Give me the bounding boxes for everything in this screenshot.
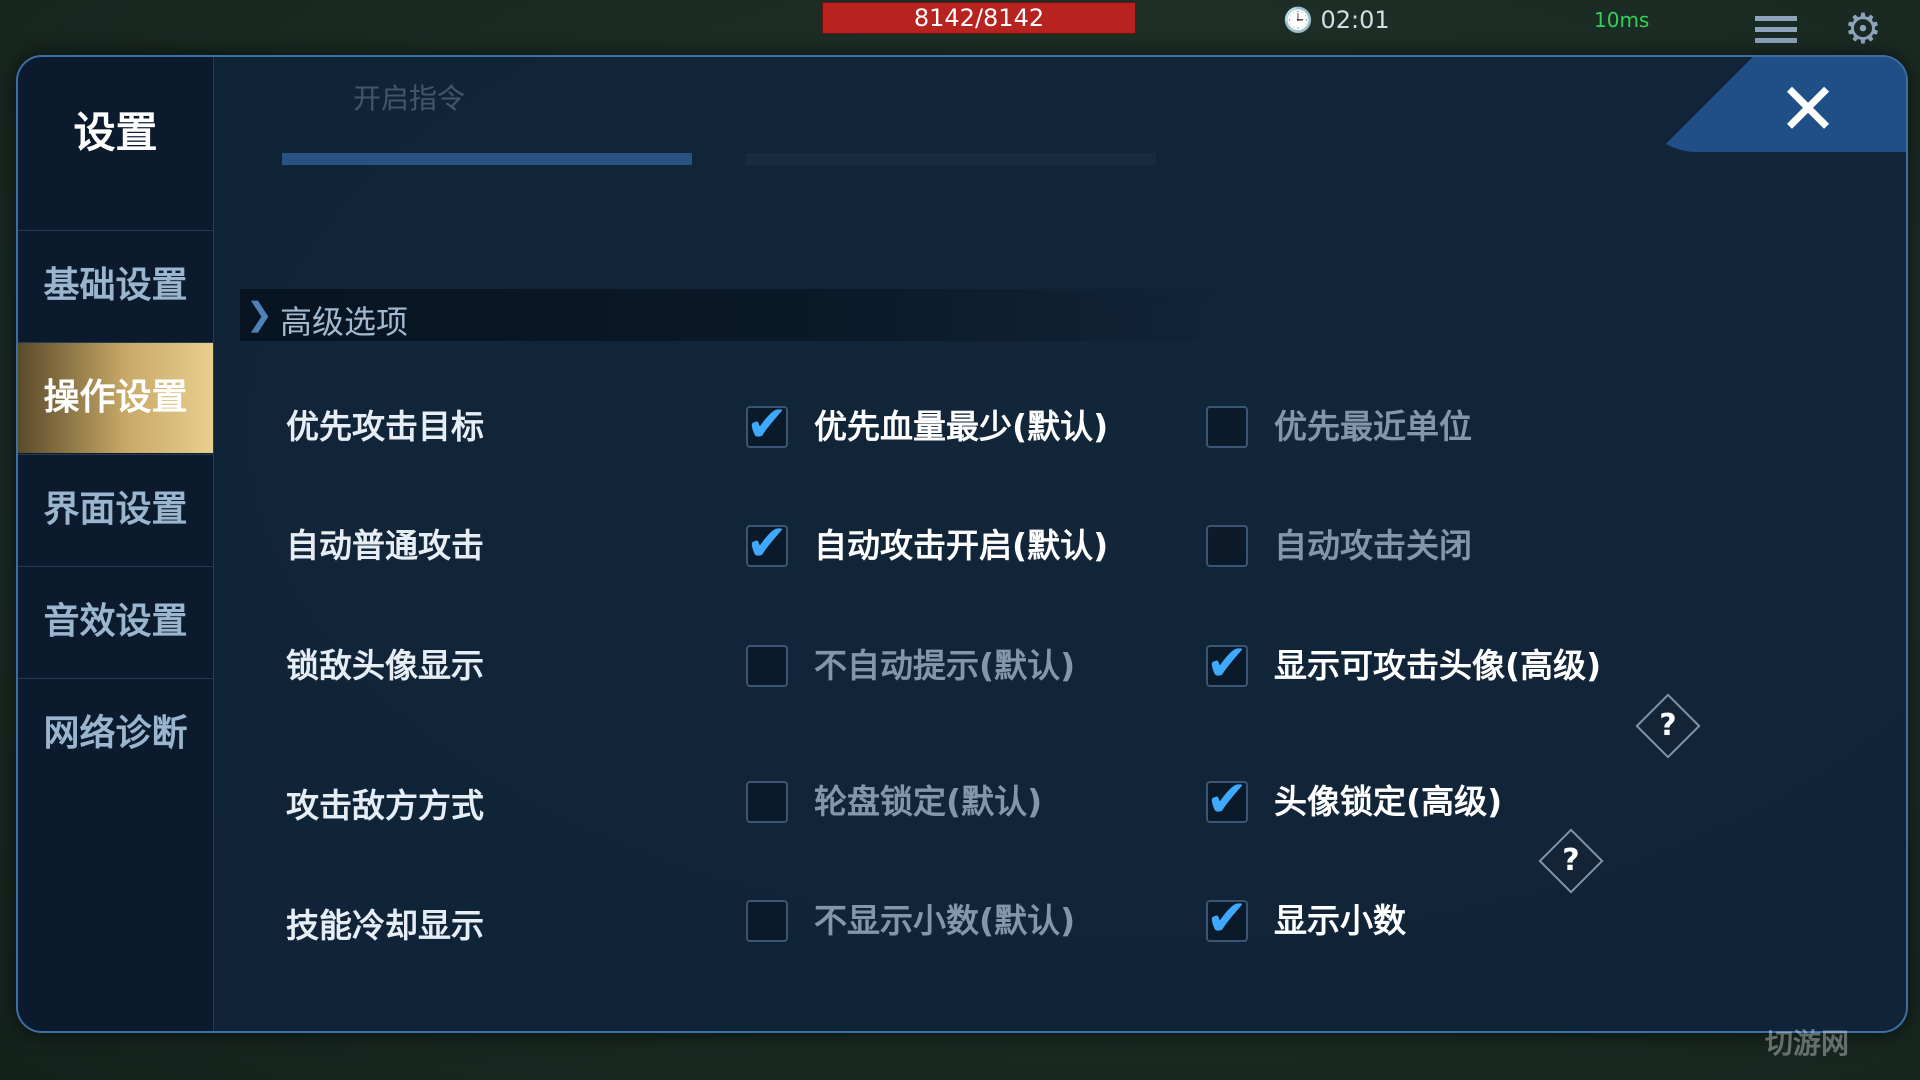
settings-title: 设置	[73, 108, 158, 157]
row-label-auto-attack: 自动普通攻击	[286, 526, 484, 565]
background-command-label: 开启指令	[353, 82, 466, 115]
game-hud: 8142/8142 🕒 02:01 10ms ⚙	[0, 0, 1920, 60]
help-icon[interactable]: ?	[1635, 693, 1701, 759]
help-icon[interactable]: ?	[1538, 828, 1604, 894]
nav-interface-settings[interactable]: 界面设置	[18, 454, 213, 565]
checkmark-icon: ✔	[746, 514, 788, 572]
option-label: 不自动提示(默认)	[814, 646, 1076, 685]
checkbox-checked[interactable]: ✔	[746, 395, 788, 453]
checkmark-icon: ✔	[1206, 770, 1248, 828]
ping-indicator: 10ms	[1594, 8, 1650, 32]
list-icon[interactable]	[1755, 16, 1797, 46]
nav-sound-settings[interactable]: 音效设置	[18, 566, 213, 677]
checkbox-checked[interactable]: ✔	[1206, 889, 1248, 947]
row-label-attack-mode: 攻击敌方方式	[286, 786, 484, 825]
row-label-attack-target: 优先攻击目标	[286, 407, 484, 446]
option-label: 不显示小数(默认)	[814, 901, 1076, 940]
match-timer: 🕒 02:01	[1283, 6, 1390, 34]
checkbox-unchecked[interactable]	[1206, 406, 1248, 448]
checkbox-checked[interactable]: ✔	[1206, 634, 1248, 692]
nav-operation-settings[interactable]: 操作设置	[18, 342, 213, 453]
nav-basic-settings[interactable]: 基础设置	[18, 230, 213, 341]
section-title: 高级选项	[280, 303, 409, 341]
checkbox-checked[interactable]: ✔	[1206, 770, 1248, 828]
checkbox-unchecked[interactable]	[746, 900, 788, 942]
gear-icon[interactable]: ⚙	[1840, 6, 1886, 52]
settings-panel: 设置 基础设置 操作设置 界面设置 音效设置 网络诊断 开启指令 ✕ ❯ 高级选…	[16, 55, 1908, 1033]
option-label: 轮盘锁定(默认)	[814, 782, 1043, 821]
slider-track-left	[282, 153, 692, 165]
option-label: 显示小数	[1274, 901, 1406, 940]
close-icon[interactable]: ✕	[1768, 69, 1848, 149]
checkbox-unchecked[interactable]	[746, 781, 788, 823]
section-header[interactable]: ❯ 高级选项	[240, 289, 1240, 341]
hp-bar: 8142/8142	[822, 2, 1136, 34]
option-label: 优先最近单位	[1274, 407, 1472, 446]
nav-network-diagnostics[interactable]: 网络诊断	[18, 678, 213, 789]
checkbox-checked[interactable]: ✔	[746, 514, 788, 572]
checkbox-unchecked[interactable]	[1206, 525, 1248, 567]
row-label-lock-avatar: 锁敌头像显示	[286, 646, 484, 685]
row-label-skill-cooldown: 技能冷却显示	[286, 906, 484, 945]
option-label: 头像锁定(高级)	[1274, 782, 1503, 821]
checkmark-icon: ✔	[1206, 889, 1248, 947]
option-label: 显示可攻击头像(高级)	[1274, 646, 1602, 685]
checkbox-unchecked[interactable]	[746, 645, 788, 687]
option-label: 自动攻击开启(默认)	[814, 526, 1109, 565]
option-label: 自动攻击关闭	[1274, 526, 1472, 565]
slider-track-right	[746, 153, 1156, 165]
checkmark-icon: ✔	[1206, 634, 1248, 692]
timer-value: 02:01	[1320, 6, 1390, 34]
settings-sidebar: 设置 基础设置 操作设置 界面设置 音效设置 网络诊断	[18, 57, 214, 1031]
chevron-right-icon: ❯	[246, 295, 273, 333]
option-label: 优先血量最少(默认)	[814, 407, 1109, 446]
checkmark-icon: ✔	[746, 395, 788, 453]
watermark-logo: 切游网	[1765, 1027, 1850, 1060]
